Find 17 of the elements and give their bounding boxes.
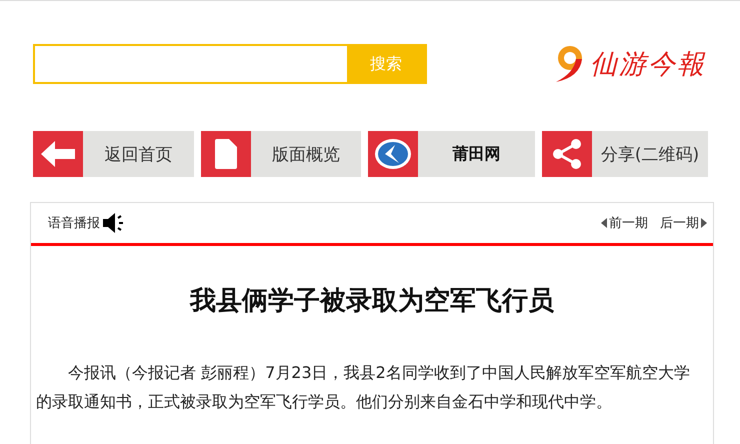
- next-issue-link[interactable]: 后一期: [660, 214, 707, 232]
- document-icon: [215, 139, 237, 169]
- article-title: 我县俩学子被录取为空军飞行员: [188, 285, 555, 318]
- logo-text: 仙游今報: [590, 48, 706, 82]
- speaker-icon[interactable]: [102, 212, 126, 234]
- triangle-left-icon: [601, 218, 607, 228]
- nav-button[interactable]: 分享(二维码): [542, 131, 708, 177]
- previous-issue-link[interactable]: 前一期: [601, 214, 648, 232]
- arrow-left-icon: [41, 141, 75, 167]
- triangle-right-icon: [701, 218, 707, 228]
- voice-broadcast-label: 语音播报: [48, 215, 100, 232]
- share-icon: [551, 138, 583, 170]
- nav-button[interactable]: 莆田网: [368, 131, 535, 177]
- circle-logo-icon: [373, 137, 413, 171]
- nav-button[interactable]: 版面概览: [201, 131, 361, 177]
- article-paragraph: 今报讯（今报记者 彭丽程）7月23日，我县2名同学收到了中国人民解放军空军航空大学的录取通知书，正式被录取为空军飞行学员。他们分别来自金石中学和现代中学。: [35, 362, 691, 413]
- nav-button[interactable]: 返回首页: [33, 131, 194, 177]
